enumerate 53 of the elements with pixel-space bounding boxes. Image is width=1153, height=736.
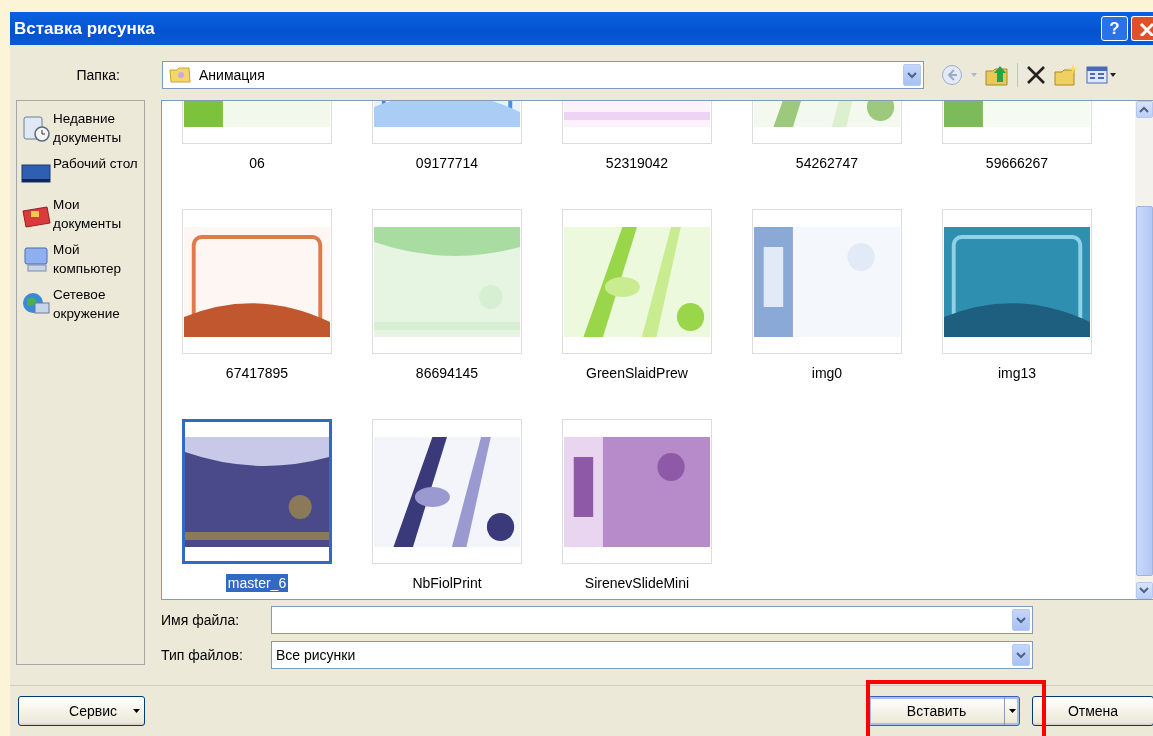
help-button[interactable]: ? (1101, 16, 1128, 41)
file-name-field[interactable] (271, 606, 1033, 634)
place-icon (21, 113, 51, 143)
up-folder-button[interactable] (985, 64, 1009, 86)
scroll-down-button[interactable] (1135, 582, 1153, 599)
scrollbar-thumb[interactable] (1135, 206, 1153, 576)
file-type-label: Тип файлов: (161, 647, 244, 663)
file-name[interactable]: 59666267 (983, 154, 1051, 172)
places-item[interactable]: Мой компьютер (17, 240, 144, 278)
dropdown-button[interactable] (1012, 609, 1030, 631)
folder-dropdown[interactable]: Анимация (162, 61, 924, 89)
places-item[interactable]: Недавние документы (17, 109, 144, 147)
places-item[interactable]: Рабочий стол (17, 154, 144, 188)
file-name[interactable]: GreenSlaidPrew (584, 364, 690, 382)
cancel-button[interactable]: Отмена (1032, 696, 1153, 726)
folder-label: Папка: (75, 67, 121, 83)
file-name[interactable]: 54262747 (793, 154, 861, 172)
file-name[interactable]: 52319042 (603, 154, 671, 172)
file-name[interactable]: master_6 (225, 574, 289, 592)
file-type-dropdown[interactable]: Все рисунки (271, 641, 1033, 669)
views-icon (1086, 65, 1116, 85)
new-folder-icon (1054, 64, 1078, 86)
delete-icon (1026, 65, 1046, 85)
dropdown-button[interactable] (1012, 644, 1030, 666)
folder-up-icon (985, 64, 1009, 86)
tools-button[interactable]: Сервис (18, 696, 145, 726)
file-name[interactable]: NbFiolPrint (410, 574, 484, 592)
scroll-up-button[interactable] (1135, 101, 1153, 118)
file-name[interactable]: 86694145 (413, 364, 481, 382)
file-name[interactable]: 09177714 (413, 154, 481, 172)
views-button[interactable] (1086, 65, 1116, 85)
folder-name: Анимация (199, 67, 266, 83)
dropdown-arrow-icon (971, 73, 977, 77)
caret-icon (1008, 709, 1016, 713)
caret-icon (133, 709, 140, 713)
folder-icon (169, 66, 191, 84)
file-name[interactable]: SirenevSlideMini (582, 574, 692, 592)
dropdown-button[interactable] (903, 64, 921, 86)
file-name[interactable]: 06 (247, 154, 267, 172)
places-item[interactable]: Мои документы (17, 195, 144, 233)
file-thumbnail[interactable] (182, 419, 332, 564)
insert-button[interactable]: Вставить (868, 696, 1020, 726)
file-name[interactable]: 67417895 (223, 364, 291, 382)
window-title: Вставка рисунка (14, 18, 156, 39)
file-name[interactable]: img13 (995, 364, 1039, 382)
file-name[interactable]: img0 (809, 364, 845, 382)
file-name-label: Имя файла: (161, 612, 241, 628)
back-button[interactable] (941, 64, 963, 86)
delete-button[interactable] (1026, 65, 1046, 85)
place-icon (21, 244, 51, 274)
close-button[interactable] (1131, 16, 1153, 41)
places-item[interactable]: Сетевое окружение (17, 285, 144, 323)
close-icon (1139, 21, 1153, 36)
